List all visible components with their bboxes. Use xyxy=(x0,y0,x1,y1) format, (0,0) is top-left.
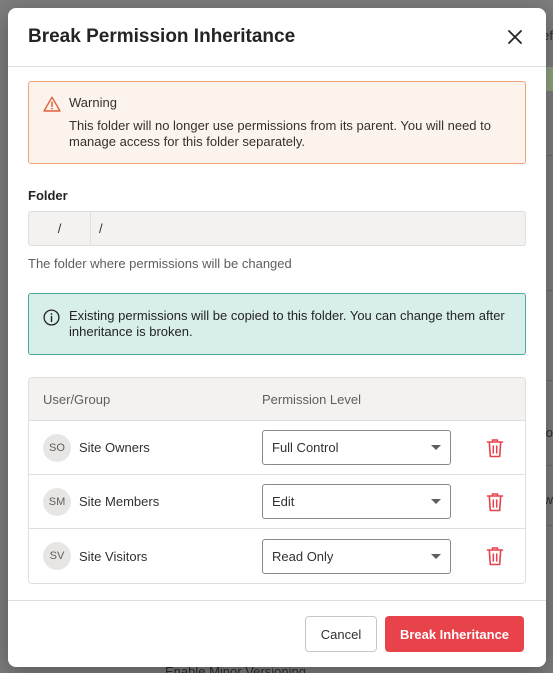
folder-help-text: The folder where permissions will be cha… xyxy=(28,256,292,271)
permission-select[interactable]: Read Only xyxy=(262,538,451,574)
warning-title: Warning xyxy=(69,95,117,110)
trash-icon xyxy=(486,492,504,511)
dialog-body: Warning This folder will no longer use p… xyxy=(8,67,546,584)
user-cell: SV Site Visitors xyxy=(29,542,262,570)
avatar: SO xyxy=(43,433,71,462)
permission-select[interactable]: Edit xyxy=(262,484,451,519)
background-divider xyxy=(547,465,553,466)
chevron-down-icon xyxy=(431,499,441,504)
permission-value: Full Control xyxy=(272,440,339,455)
folder-path-site: / xyxy=(29,212,91,245)
trash-icon xyxy=(486,438,504,457)
folder-label: Folder xyxy=(28,188,68,203)
info-icon xyxy=(43,309,60,326)
background-divider xyxy=(547,525,553,526)
permission-select[interactable]: Full Control xyxy=(262,430,451,465)
dialog-footer: Cancel Break Inheritance xyxy=(8,600,546,667)
table-row: SV Site Visitors Read Only xyxy=(29,529,525,583)
user-cell: SO Site Owners xyxy=(29,433,262,462)
table-header: User/Group Permission Level xyxy=(29,378,525,421)
info-text: Existing permissions will be copied to t… xyxy=(69,308,505,339)
folder-path-value: / xyxy=(99,221,103,236)
user-name: Site Owners xyxy=(79,440,150,455)
table-row: SM Site Members Edit xyxy=(29,475,525,529)
info-banner: Existing permissions will be copied to t… xyxy=(28,293,526,355)
permission-value: Read Only xyxy=(272,548,334,564)
background-divider xyxy=(547,380,553,381)
break-inheritance-button[interactable]: Break Inheritance xyxy=(385,616,524,652)
table-row: SO Site Owners Full Control xyxy=(29,421,525,475)
chevron-down-icon xyxy=(431,445,441,450)
close-button[interactable] xyxy=(504,26,526,48)
close-icon xyxy=(508,30,522,44)
user-cell: SM Site Members xyxy=(29,487,262,516)
delete-row-button[interactable] xyxy=(484,491,506,513)
delete-row-button[interactable] xyxy=(484,545,506,567)
permissions-table: User/Group Permission Level SO Site Owne… xyxy=(28,377,526,584)
break-inheritance-dialog: Break Permission Inheritance Warning Thi… xyxy=(8,8,546,667)
dialog-title: Break Permission Inheritance xyxy=(28,26,296,47)
chevron-down-icon xyxy=(431,553,441,559)
cancel-button[interactable]: Cancel xyxy=(305,616,377,652)
column-header-permission: Permission Level xyxy=(262,391,361,407)
trash-icon xyxy=(486,547,504,566)
avatar: SM xyxy=(43,487,71,516)
delete-row-button[interactable] xyxy=(484,437,506,459)
user-name: Site Members xyxy=(79,494,160,509)
background-divider xyxy=(547,290,553,291)
permission-value: Edit xyxy=(272,494,295,509)
dialog-header: Break Permission Inheritance xyxy=(8,8,546,67)
avatar: SV xyxy=(43,542,71,570)
warning-icon xyxy=(43,96,61,112)
background-divider xyxy=(547,155,553,156)
background-text: o xyxy=(545,425,553,440)
column-header-user: User/Group xyxy=(43,391,111,407)
user-name: Site Visitors xyxy=(79,548,148,564)
warning-text: This folder will no longer use permissio… xyxy=(69,118,491,149)
warning-banner: Warning This folder will no longer use p… xyxy=(28,81,526,164)
folder-path-field: / / xyxy=(28,211,526,246)
